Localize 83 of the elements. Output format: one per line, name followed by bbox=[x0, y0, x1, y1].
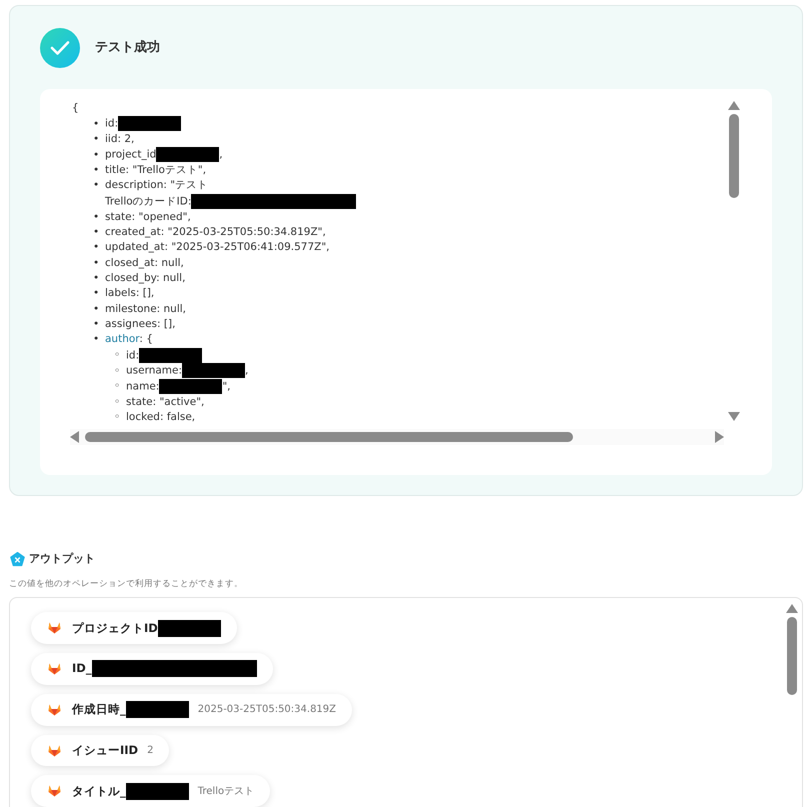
scrollbar-thumb[interactable] bbox=[787, 617, 797, 696]
bullet: • bbox=[93, 240, 100, 256]
json-text: project_id bbox=[105, 148, 156, 161]
scroll-down-icon[interactable] bbox=[728, 412, 740, 421]
json-text: username: bbox=[126, 364, 182, 377]
variable-icon bbox=[10, 552, 25, 567]
json-text: : { bbox=[139, 333, 153, 346]
result-title: テスト成功 bbox=[95, 39, 160, 58]
success-check-icon bbox=[40, 28, 80, 68]
json-text: locked: false, bbox=[126, 411, 196, 424]
json-text: state: "opened", bbox=[105, 210, 191, 223]
output-item[interactable]: 作成日時_ 2025-03-25T05:50:34.819Z bbox=[31, 694, 352, 726]
bullet: • bbox=[93, 178, 100, 194]
scroll-left-icon[interactable] bbox=[70, 431, 79, 443]
bullet: ◦ bbox=[114, 394, 122, 410]
output-item[interactable]: ID_ bbox=[31, 653, 273, 685]
fox-icon bbox=[48, 622, 61, 634]
output-item[interactable]: タイトル_ Trelloテスト bbox=[31, 775, 270, 807]
json-text: closed_by: null, bbox=[105, 272, 186, 284]
output-description: この値を他のオペレーションで利用することができます。 bbox=[9, 578, 244, 590]
bullet: • bbox=[93, 270, 100, 286]
fox-icon bbox=[48, 662, 61, 675]
scrollbar-thumb[interactable] bbox=[85, 432, 573, 442]
output-label: イシューIID bbox=[72, 742, 138, 759]
json-text: id: bbox=[105, 118, 118, 130]
bullet: ◦ bbox=[114, 348, 122, 363]
redaction-block bbox=[182, 363, 246, 378]
redaction-block bbox=[118, 116, 182, 132]
scroll-up-icon[interactable] bbox=[786, 604, 798, 614]
output-item[interactable]: プロジェクトID bbox=[31, 612, 237, 644]
bullet: • bbox=[93, 163, 100, 178]
json-brace: { bbox=[72, 101, 80, 116]
fox-icon bbox=[48, 744, 61, 757]
output-label: ID_ bbox=[72, 660, 92, 678]
json-text: state: "active", bbox=[126, 396, 204, 408]
redaction-block bbox=[156, 147, 220, 162]
output-item[interactable]: イシューIID 2 bbox=[31, 734, 170, 766]
fox-icon bbox=[48, 785, 61, 798]
bullet: ◦ bbox=[114, 379, 122, 394]
output-value: Trelloテスト bbox=[198, 784, 254, 799]
bullet: ◦ bbox=[114, 410, 122, 426]
json-key-link[interactable]: author bbox=[105, 333, 140, 346]
json-text: labels: [], bbox=[105, 287, 154, 300]
bullet: • bbox=[93, 332, 100, 348]
bullet: • bbox=[93, 316, 100, 332]
output-title: アウトプット bbox=[29, 551, 95, 567]
json-text: title: "Trelloテスト", bbox=[105, 164, 206, 176]
bullet: • bbox=[93, 224, 100, 240]
bullet: • bbox=[93, 286, 100, 302]
scrollbar-thumb[interactable] bbox=[729, 114, 739, 198]
json-text: ", bbox=[222, 380, 230, 392]
redaction-block bbox=[126, 701, 189, 718]
json-text: , bbox=[219, 148, 223, 161]
json-text: assignees: [], bbox=[105, 318, 176, 330]
redaction-block bbox=[126, 782, 189, 800]
redaction-block bbox=[139, 348, 202, 363]
output-label: 作成日時_ bbox=[72, 701, 126, 718]
bullet: • bbox=[93, 148, 100, 163]
json-text: created_at: "2025-03-25T05:50:34.819Z", bbox=[105, 226, 326, 238]
fox-icon bbox=[48, 704, 61, 716]
json-text: description: "テスト bbox=[105, 179, 208, 192]
json-text: milestone: null, bbox=[105, 302, 186, 315]
json-text: closed_at: null, bbox=[105, 256, 184, 269]
json-text: name: bbox=[126, 380, 160, 392]
redaction-block bbox=[158, 620, 221, 637]
scroll-right-icon[interactable] bbox=[715, 431, 724, 443]
bullet: ◦ bbox=[114, 364, 122, 379]
output-label: プロジェクトID bbox=[72, 620, 158, 637]
json-text: iid: 2, bbox=[105, 133, 134, 146]
json-text: TrelloのカードID: bbox=[105, 195, 192, 208]
json-text: updated_at: "2025-03-25T06:41:09.577Z", bbox=[105, 241, 330, 254]
output-value: 2 bbox=[147, 744, 154, 758]
bullet: • bbox=[93, 302, 100, 317]
output-value: 2025-03-25T05:50:34.819Z bbox=[198, 703, 336, 718]
bullet: • bbox=[93, 116, 100, 132]
bullet: • bbox=[93, 132, 100, 148]
json-text: id: bbox=[126, 349, 140, 361]
bullet: • bbox=[93, 210, 100, 225]
output-label: タイトル_ bbox=[72, 782, 126, 800]
redaction-block bbox=[159, 379, 222, 394]
scroll-up-icon[interactable] bbox=[728, 101, 740, 110]
bullet: • bbox=[93, 256, 100, 271]
json-text: , bbox=[245, 364, 248, 377]
